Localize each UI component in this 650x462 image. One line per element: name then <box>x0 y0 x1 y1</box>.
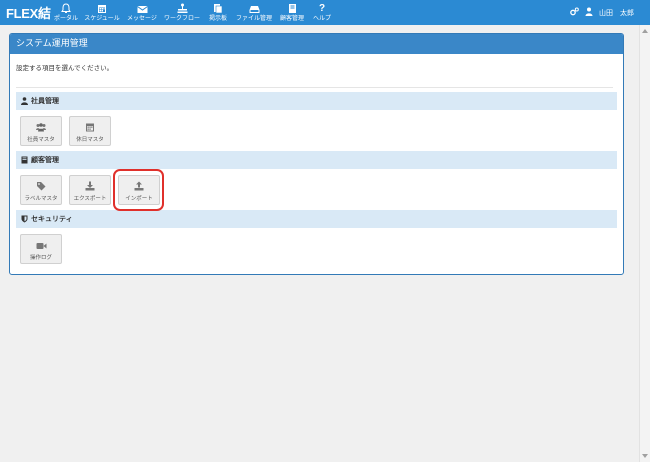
user-icon <box>585 7 593 18</box>
nav-item-message[interactable]: メッセージ <box>124 0 160 25</box>
nav-item-file[interactable]: ファイル管理 <box>232 0 276 25</box>
system-admin-panel: システム運用管理 設定する項目を選んでください。 社員管理 社員マスタ 休日マス… <box>9 33 624 275</box>
calendar-icon <box>85 120 95 132</box>
tile-label: エクスポート <box>73 195 107 202</box>
tile-holiday-master[interactable]: 休日マスタ <box>69 116 111 146</box>
divider <box>16 87 613 88</box>
section-title: セキュリティ <box>31 215 73 223</box>
tile-label: 操作ログ <box>29 254 52 261</box>
top-nav-bar: FLEX結 ポータル スケジュール メッセージ ワークフロー 掲示板 ファイル管… <box>0 0 650 25</box>
hdd-icon <box>249 3 260 15</box>
section-header-security: セキュリティ <box>16 210 617 228</box>
nav-label: ワークフロー <box>163 15 200 22</box>
panel-description: 設定する項目を選んでください。 <box>16 64 114 72</box>
section-header-employee: 社員管理 <box>16 92 617 110</box>
user-icon <box>20 97 28 105</box>
nav-item-portal[interactable]: ポータル <box>52 0 80 25</box>
tile-employee-master[interactable]: 社員マスタ <box>20 116 62 146</box>
scroll-down-arrow-icon[interactable] <box>642 454 648 458</box>
tile-label: 休日マスタ <box>76 136 104 143</box>
question-icon: ? <box>318 3 326 14</box>
video-camera-icon <box>36 238 47 250</box>
section-header-customer: 顧客管理 <box>16 151 617 169</box>
nav-item-schedule[interactable]: スケジュール <box>80 0 124 25</box>
nav-item-workflow[interactable]: ワークフロー <box>160 0 204 25</box>
board-icon <box>213 3 223 15</box>
envelope-icon <box>136 3 148 15</box>
import-highlight-marker <box>113 169 164 211</box>
panel-title: システム運用管理 <box>10 34 623 54</box>
nav-label: スケジュール <box>84 15 120 22</box>
settings-icon[interactable] <box>570 7 579 18</box>
vertical-scrollbar[interactable] <box>639 25 650 462</box>
book-icon <box>20 156 28 164</box>
nav-label: ファイル管理 <box>235 15 272 22</box>
app-logo[interactable]: FLEX結 <box>0 3 52 22</box>
nav-item-customer[interactable]: 顧客管理 <box>276 0 308 25</box>
main-nav: ポータル スケジュール メッセージ ワークフロー 掲示板 ファイル管理 顧客管理… <box>52 0 336 25</box>
calendar-icon <box>97 3 107 15</box>
tile-label-master[interactable]: ラベルマスタ <box>20 175 62 205</box>
workflow-icon <box>177 3 188 15</box>
tile-operation-log[interactable]: 操作ログ <box>20 234 62 264</box>
user-area: 山田 太郎 <box>570 0 634 25</box>
bell-icon <box>61 3 71 15</box>
section-title: 社員管理 <box>31 97 59 105</box>
nav-label: ポータル <box>53 15 78 22</box>
user-name[interactable]: 山田 太郎 <box>599 8 634 18</box>
tile-label: 社員マスタ <box>27 136 55 143</box>
nav-label: ヘルプ <box>312 15 331 22</box>
nav-item-board[interactable]: 掲示板 <box>204 0 232 25</box>
section-title: 顧客管理 <box>31 156 59 164</box>
book-icon <box>288 3 297 15</box>
tag-icon <box>36 179 46 191</box>
tile-export[interactable]: エクスポート <box>69 175 111 205</box>
nav-label: メッセージ <box>127 15 157 22</box>
shield-icon <box>20 215 28 223</box>
users-icon <box>35 120 47 132</box>
scroll-up-arrow-icon[interactable] <box>642 29 648 33</box>
tile-label: ラベルマスタ <box>24 195 58 202</box>
download-icon <box>85 179 95 191</box>
nav-label: 顧客管理 <box>279 15 304 22</box>
nav-item-help[interactable]: ? ヘルプ <box>308 0 336 25</box>
nav-label: 掲示板 <box>208 15 227 22</box>
